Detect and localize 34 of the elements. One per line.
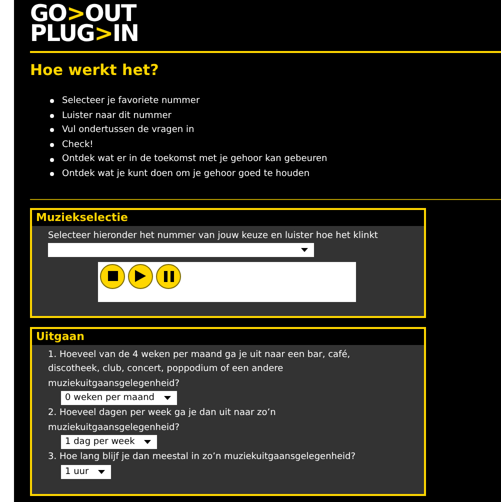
pause-icon xyxy=(164,270,174,282)
caret-icon xyxy=(144,440,151,444)
logo: GO>OUT PLUG>IN xyxy=(30,4,138,44)
step-item: Vul ondertussen de vragen in xyxy=(62,124,194,138)
play-button[interactable] xyxy=(128,264,153,289)
bullet-icon xyxy=(50,172,54,176)
caret-icon xyxy=(98,470,105,474)
answer-select[interactable]: 1 dag per week xyxy=(61,435,157,450)
bullet-icon xyxy=(50,128,54,132)
bullet-icon xyxy=(50,99,54,104)
step-item: Check! xyxy=(62,138,94,152)
section-heading: Hoe werkt het? xyxy=(30,61,160,79)
pause-button[interactable] xyxy=(156,264,181,289)
step-item: Selecteer je favoriete nummer xyxy=(62,95,200,108)
stop-icon xyxy=(108,271,118,282)
caret-icon xyxy=(164,396,171,400)
step-item: Ontdek wat je kunt doen om je gehoor goed te houden xyxy=(62,168,310,181)
answer-select[interactable]: 0 weken per maand xyxy=(61,391,177,406)
panel-title: Muziekselectie xyxy=(32,210,424,226)
step-item: Luister naar dit nummer xyxy=(62,110,172,123)
question-text: 3. Hoe lang blijf je dan meestal in zo’n muziekuitgaansgelegenheid? xyxy=(48,451,357,464)
track-select[interactable] xyxy=(48,242,314,257)
panel-title: Uitgaan xyxy=(32,328,424,345)
step-item: Ontdek wat er in de toekomst met je gehoor kan gebeuren xyxy=(62,153,328,166)
bullet-icon xyxy=(50,143,54,148)
answer-select[interactable]: 1 uur xyxy=(61,464,111,479)
bullet-icon xyxy=(50,158,54,162)
play-icon xyxy=(135,270,146,282)
caret-icon xyxy=(301,248,308,252)
bullet-icon xyxy=(50,114,54,118)
question-text: 1. Hoeveel van de 4 weken per maand ga je uit naar een bar, café, discotheek, club, concert, poppodium of een andere muziekuitgaansgelegenheid? xyxy=(48,348,352,391)
stop-button[interactable] xyxy=(100,264,125,289)
instruction-text: Selecteer hieronder het nummer van jouw keuze en luister hoe het klinkt xyxy=(48,230,379,243)
question-text: 2. Hoeveel dagen per week ga je dan uit naar zo’n muziekuitgaansgelegenheid? xyxy=(48,407,277,435)
